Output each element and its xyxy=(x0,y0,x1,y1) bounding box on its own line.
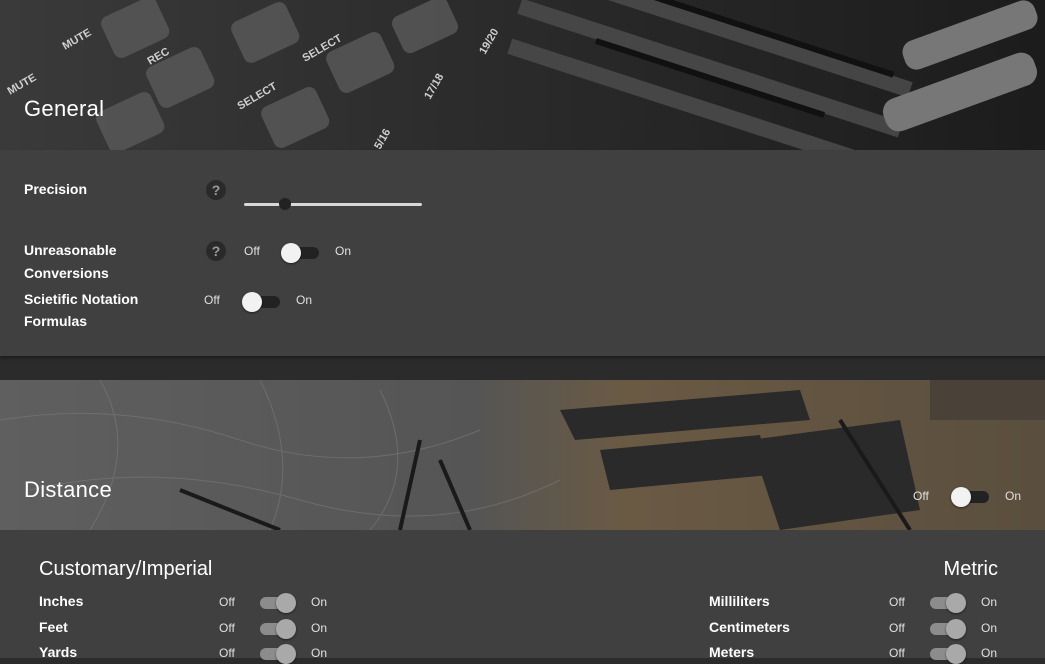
unreasonable-label-line2: Conversions xyxy=(24,265,109,281)
mixer-board-photo: MUTE MUTE REC SELECT SELECT 17/18 19/20 … xyxy=(0,0,1045,150)
scientific-off-label: Off xyxy=(204,293,220,307)
centimeters-label: Centimeters xyxy=(709,619,790,635)
yards-toggle[interactable] xyxy=(256,644,296,664)
inches-on-label: On xyxy=(311,595,328,609)
unreasonable-toggle[interactable] xyxy=(281,243,321,263)
unreasonable-label-line1: Unreasonable xyxy=(24,242,117,258)
inches-label: Inches xyxy=(39,593,84,609)
unreasonable-off-label: Off xyxy=(244,244,260,258)
feet-off-label: Off xyxy=(219,621,235,635)
scientific-toggle[interactable] xyxy=(242,292,282,312)
feet-on-label: On xyxy=(311,621,328,635)
feet-label: Feet xyxy=(39,619,68,635)
milliliters-off-label: Off xyxy=(889,595,905,609)
distance-off-label: Off xyxy=(913,489,929,503)
general-panel: Precision ? Unreasonable Conversions ? O… xyxy=(0,150,1045,356)
precision-slider-track[interactable] xyxy=(244,203,422,206)
distance-on-label: On xyxy=(1005,489,1022,503)
inches-off-label: Off xyxy=(219,595,235,609)
distance-banner: Distance Off On xyxy=(0,380,1045,530)
customary-heading: Customary/Imperial xyxy=(39,558,213,580)
scientific-on-label: On xyxy=(296,293,313,307)
distance-toggle[interactable] xyxy=(951,487,991,507)
general-banner: MUTE MUTE REC SELECT SELECT 17/18 19/20 … xyxy=(0,0,1045,150)
meters-toggle[interactable] xyxy=(926,644,966,664)
unreasonable-help-icon[interactable]: ? xyxy=(206,241,226,261)
distance-title: Distance xyxy=(24,477,112,502)
precision-label: Precision xyxy=(24,181,88,197)
centimeters-on-label: On xyxy=(981,621,998,635)
milliliters-toggle[interactable] xyxy=(926,593,966,613)
milliliters-label: Milliliters xyxy=(709,593,770,609)
precision-help-icon[interactable]: ? xyxy=(206,180,226,200)
metric-heading: Metric xyxy=(943,558,998,580)
precision-slider-thumb[interactable] xyxy=(278,198,291,210)
scientific-label-line2: Formulas xyxy=(24,313,88,329)
map-tools-photo xyxy=(0,380,1045,530)
unreasonable-on-label: On xyxy=(335,244,352,258)
centimeters-off-label: Off xyxy=(889,621,905,635)
milliliters-on-label: On xyxy=(981,595,998,609)
scientific-label-line1: Scietific Notation xyxy=(24,291,139,307)
feet-toggle[interactable] xyxy=(256,619,296,639)
centimeters-toggle[interactable] xyxy=(926,619,966,639)
inches-toggle[interactable] xyxy=(256,593,296,613)
general-title: General xyxy=(24,96,105,121)
distance-panel: Customary/Imperial Metric Inches Off On … xyxy=(0,530,1045,664)
